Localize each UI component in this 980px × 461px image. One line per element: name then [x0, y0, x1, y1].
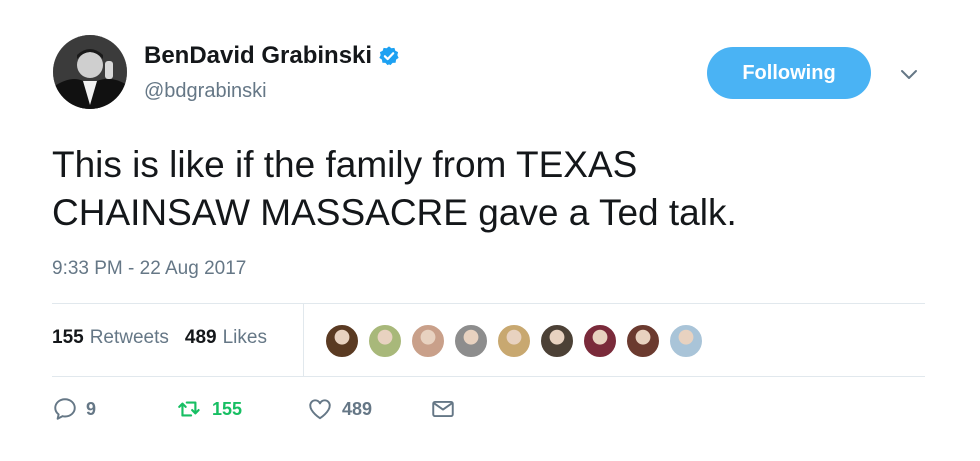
divider-top — [52, 303, 925, 304]
following-button[interactable]: Following — [707, 47, 871, 99]
liker-avatar[interactable] — [625, 323, 661, 359]
envelope-icon — [432, 400, 454, 418]
author-avatar[interactable] — [53, 35, 127, 109]
likes-count[interactable]: 489 — [185, 327, 217, 349]
tweet-text: This is like if the family from TEXAS CH… — [52, 141, 912, 237]
heart-icon — [309, 399, 331, 420]
tweet-text-line-2: CHAINSAW MASSACRE gave a Ted talk. — [52, 192, 737, 233]
stats-divider — [303, 304, 304, 376]
reply-count: 9 — [86, 398, 97, 419]
reply-button[interactable]: 9 — [52, 396, 96, 422]
retweet-icon — [178, 401, 200, 417]
liker-avatar[interactable] — [496, 323, 532, 359]
liker-avatar[interactable] — [367, 323, 403, 359]
liker-avatar[interactable] — [453, 323, 489, 359]
liker-avatar[interactable] — [324, 323, 360, 359]
liker-avatar[interactable] — [582, 323, 618, 359]
author-name-text[interactable]: BenDavid Grabinski — [144, 42, 372, 70]
retweet-button[interactable]: 155 — [176, 396, 242, 422]
author-name[interactable]: BenDavid Grabinski — [144, 42, 400, 70]
verified-badge-icon — [379, 46, 399, 66]
liker-avatar[interactable] — [410, 323, 446, 359]
direct-message-button[interactable] — [430, 396, 456, 422]
chevron-down-icon[interactable] — [898, 66, 920, 82]
reply-icon — [54, 398, 76, 420]
retweets-count[interactable]: 155 — [52, 327, 84, 349]
avatar-image — [53, 35, 127, 109]
divider-bottom — [52, 376, 925, 377]
author-handle[interactable]: @bdgrabinski — [144, 80, 267, 103]
liker-avatar[interactable] — [539, 323, 575, 359]
like-count: 489 — [342, 398, 373, 419]
tweet-timestamp[interactable]: 9:33 PM - 22 Aug 2017 — [52, 258, 246, 280]
retweets-label[interactable]: Retweets — [90, 327, 169, 349]
liker-avatar[interactable] — [668, 323, 704, 359]
tweet-text-line-1: This is like if the family from TEXAS — [52, 144, 638, 185]
tweet-card: BenDavid Grabinski @bdgrabinski Followin… — [0, 0, 980, 461]
likes-label[interactable]: Likes — [223, 327, 267, 349]
like-button[interactable]: 489 — [306, 396, 372, 422]
retweet-count: 155 — [212, 398, 243, 419]
tweet-stats: 155 Retweets 489 Likes — [52, 327, 267, 349]
